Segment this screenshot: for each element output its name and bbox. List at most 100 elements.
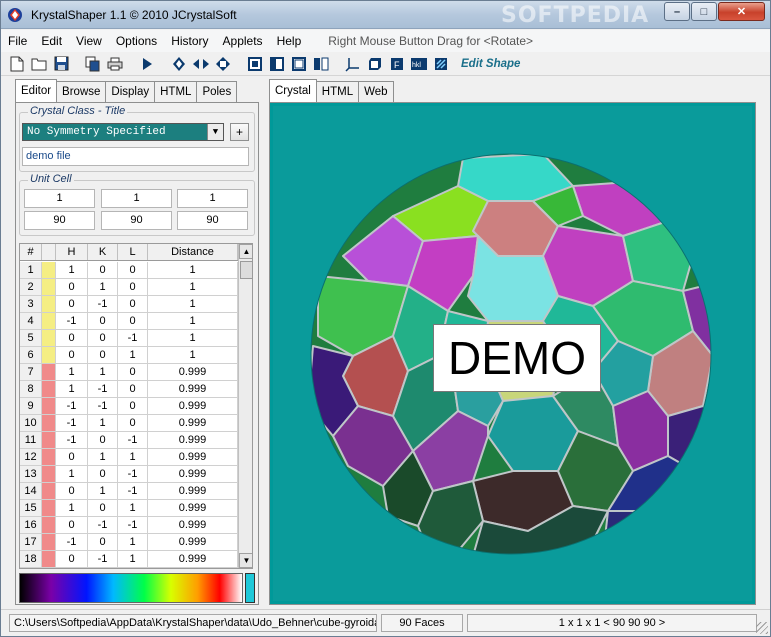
row-color-swatch[interactable] — [42, 313, 56, 329]
row-h[interactable]: 1 — [56, 381, 88, 397]
row-distance[interactable]: 0.999 — [148, 449, 238, 465]
row-color-swatch[interactable] — [42, 500, 56, 516]
row-k[interactable]: 1 — [88, 415, 118, 431]
col-distance[interactable]: Distance — [148, 244, 238, 260]
row-distance[interactable]: 0.999 — [148, 364, 238, 380]
table-row[interactable]: 12 0 1 1 0.999 — [20, 449, 238, 466]
row-k[interactable]: 1 — [88, 364, 118, 380]
row-color-swatch[interactable] — [42, 551, 56, 567]
row-l[interactable]: -1 — [118, 483, 148, 499]
row-h[interactable]: -1 — [56, 534, 88, 550]
row-l[interactable]: 1 — [118, 551, 148, 567]
row-l[interactable]: -1 — [118, 517, 148, 533]
row-k[interactable]: 1 — [88, 483, 118, 499]
row-number[interactable]: 10 — [20, 415, 42, 431]
row-number[interactable]: 4 — [20, 313, 42, 329]
row-color-swatch[interactable] — [42, 534, 56, 550]
title-input[interactable]: demo file — [22, 147, 249, 166]
row-color-swatch[interactable] — [42, 347, 56, 363]
close-button[interactable]: ✕ — [718, 2, 765, 21]
table-row[interactable]: 11001 — [20, 262, 238, 279]
col-color[interactable] — [42, 244, 56, 260]
tab-web[interactable]: Web — [358, 81, 394, 102]
play-icon[interactable] — [137, 54, 157, 74]
row-k[interactable]: -1 — [88, 381, 118, 397]
row-h[interactable]: -1 — [56, 313, 88, 329]
row-color-swatch[interactable] — [42, 483, 56, 499]
row-h[interactable]: 0 — [56, 296, 88, 312]
copy-icon[interactable] — [83, 54, 103, 74]
row-number[interactable]: 11 — [20, 432, 42, 448]
row-h[interactable]: -1 — [56, 398, 88, 414]
menu-applets[interactable]: Applets — [216, 34, 270, 48]
table-row[interactable]: 4 -1 0 0 1 — [20, 313, 238, 330]
row-distance[interactable]: 0.999 — [148, 381, 238, 397]
row-k[interactable]: 0 — [88, 347, 118, 363]
row-l[interactable]: 0 — [118, 398, 148, 414]
table-row[interactable]: 11 -1 0 -1 0.999 — [20, 432, 238, 449]
table-row[interactable]: 3 0 -1 0 1 — [20, 296, 238, 313]
row-color-swatch[interactable] — [42, 330, 56, 346]
row-l[interactable]: 1 — [118, 500, 148, 516]
row-l[interactable]: -1 — [118, 466, 148, 482]
row-l[interactable]: 0 — [118, 313, 148, 329]
row-l[interactable]: 1 — [118, 347, 148, 363]
row-k[interactable]: 0 — [88, 262, 118, 278]
row-l[interactable]: 0 — [118, 415, 148, 431]
cube-icon[interactable] — [365, 54, 385, 74]
row-number[interactable]: 7 — [20, 364, 42, 380]
table-scrollbar[interactable]: ▲ ▼ — [238, 244, 252, 568]
viewport-canvas[interactable]: DEMO — [273, 106, 752, 601]
col-l[interactable]: L — [118, 244, 148, 260]
table-row[interactable]: 13 1 0 -1 0.999 — [20, 466, 238, 483]
row-l[interactable]: 1 — [118, 534, 148, 550]
rotate-horizontal-icon[interactable] — [191, 54, 211, 74]
row-distance[interactable]: 0.999 — [148, 466, 238, 482]
tab-poles[interactable]: Poles — [196, 81, 238, 102]
print-icon[interactable] — [105, 54, 125, 74]
row-distance[interactable]: 0.999 — [148, 432, 238, 448]
row-h[interactable]: -1 — [56, 432, 88, 448]
tab-html-right[interactable]: HTML — [315, 81, 360, 102]
rotate-center-icon[interactable] — [213, 54, 233, 74]
row-color-swatch[interactable] — [42, 364, 56, 380]
minimize-button[interactable]: – — [664, 2, 690, 21]
tab-crystal[interactable]: Crystal — [269, 79, 317, 102]
row-h[interactable]: 1 — [56, 364, 88, 380]
menu-history[interactable]: History — [164, 34, 215, 48]
row-distance[interactable]: 1 — [148, 330, 238, 346]
col-h[interactable]: H — [56, 244, 88, 260]
table-row[interactable]: 7 1 1 0 0.999 — [20, 364, 238, 381]
row-color-swatch[interactable] — [42, 517, 56, 533]
tab-editor[interactable]: Editor — [15, 79, 58, 102]
row-color-swatch[interactable] — [42, 432, 56, 448]
tab-display[interactable]: Display — [105, 81, 156, 102]
new-file-icon[interactable] — [7, 54, 27, 74]
row-h[interactable]: 1 — [56, 466, 88, 482]
row-distance[interactable]: 0.999 — [148, 398, 238, 414]
cell-length-b[interactable]: 1 — [101, 189, 172, 208]
row-h[interactable]: 1 — [56, 500, 88, 516]
row-h[interactable]: 1 — [56, 262, 88, 278]
row-distance[interactable]: 0.999 — [148, 551, 238, 567]
row-number[interactable]: 13 — [20, 466, 42, 482]
row-color-swatch[interactable] — [42, 449, 56, 465]
row-color-swatch[interactable] — [42, 279, 56, 295]
row-k[interactable]: -1 — [88, 551, 118, 567]
row-number[interactable]: 15 — [20, 500, 42, 516]
row-number[interactable]: 8 — [20, 381, 42, 397]
row-number[interactable]: 5 — [20, 330, 42, 346]
table-row[interactable]: 10 -1 1 0 0.999 — [20, 415, 238, 432]
row-l[interactable]: 0 — [118, 381, 148, 397]
table-row[interactable]: 60011 — [20, 347, 238, 364]
save-icon[interactable] — [51, 54, 71, 74]
title-bar[interactable]: KrystalShaper 1.1 © 2010 JCrystalSoft SO… — [1, 1, 770, 29]
tab-html-left[interactable]: HTML — [154, 81, 198, 102]
cell-angle-beta[interactable]: 90 — [101, 211, 172, 230]
scroll-down-icon[interactable]: ▼ — [239, 553, 252, 568]
crystal-viewport[interactable]: DEMO — [269, 102, 756, 605]
row-l[interactable]: 0 — [118, 364, 148, 380]
row-l[interactable]: 0 — [118, 262, 148, 278]
tab-browse[interactable]: Browse — [56, 81, 107, 102]
cell-length-a[interactable]: 1 — [24, 189, 95, 208]
